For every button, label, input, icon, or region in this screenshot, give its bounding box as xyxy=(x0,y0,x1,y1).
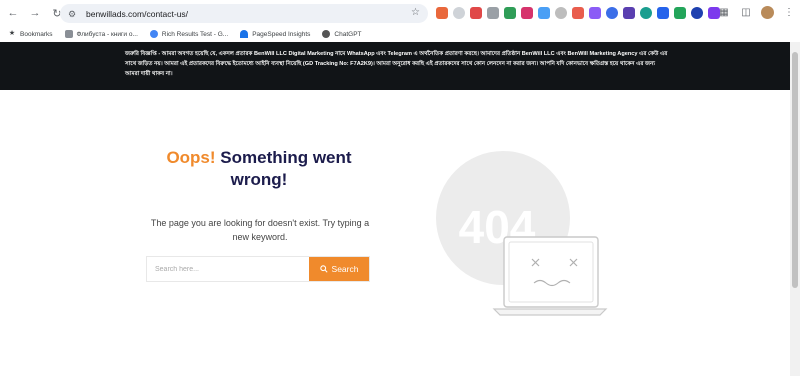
extension-icon[interactable] xyxy=(504,7,516,19)
error-heading-wrap: Oops! Something went wrong! xyxy=(145,147,373,191)
book-icon xyxy=(64,30,73,38)
extension-icon[interactable] xyxy=(640,7,652,19)
bookmark-item[interactable]: ChatGPT xyxy=(322,30,362,38)
google-icon xyxy=(149,30,158,38)
extension-icon[interactable] xyxy=(691,7,703,19)
forward-arrow-icon[interactable]: → xyxy=(26,4,44,22)
search-icon xyxy=(319,265,328,273)
bookmark-label: Bookmarks xyxy=(20,30,53,38)
sidebar-icon[interactable]: ◫ xyxy=(739,5,753,19)
page-content: জরুরি বিজ্ঞপ্তি - আমরা অবগত হয়েছি যে, এ… xyxy=(0,42,790,376)
scrollbar-thumb[interactable] xyxy=(792,52,798,288)
bookmarks-bar: ★ Bookmarks Флибуста - книги о... Rich R… xyxy=(0,26,800,42)
bookmark-item[interactable]: ★ Bookmarks xyxy=(8,30,53,38)
profile-avatar[interactable] xyxy=(761,5,774,19)
extension-icon[interactable] xyxy=(606,7,618,19)
extension-icon[interactable] xyxy=(487,7,499,19)
url-text[interactable]: benwillads.com/contact-us/ xyxy=(86,9,188,19)
search-button[interactable]: Search xyxy=(309,257,369,281)
address-bar[interactable]: ⚙ benwillads.com/contact-us/ ☆ xyxy=(60,4,428,23)
bookmark-star-icon[interactable]: ☆ xyxy=(411,7,420,18)
extension-icon[interactable] xyxy=(453,7,465,19)
extension-icon[interactable] xyxy=(521,7,533,19)
extension-icon[interactable] xyxy=(623,7,635,19)
kebab-menu-icon[interactable]: ⋮ xyxy=(782,5,796,19)
toolbar-right: ▦ ◫ ⋮ xyxy=(717,5,796,19)
oops-text: Oops! xyxy=(166,148,216,167)
speedometer-icon xyxy=(240,30,249,38)
error-title: Something went wrong! xyxy=(215,148,352,189)
bookmark-label: ChatGPT xyxy=(334,30,362,38)
bookmark-item[interactable]: PageSpeed Insights xyxy=(240,30,310,38)
extension-icon[interactable] xyxy=(589,7,601,19)
site-info-icon[interactable]: ⚙ xyxy=(68,9,78,19)
search-button-label: Search xyxy=(331,264,359,274)
puzzle-icon[interactable]: ▦ xyxy=(717,5,731,19)
extension-icon[interactable] xyxy=(674,7,686,19)
bookmark-label: PageSpeed Insights xyxy=(252,30,311,38)
bookmark-item[interactable]: Rich Results Test - G... xyxy=(149,30,229,38)
extensions-row xyxy=(436,7,720,19)
error-headline: Oops! Something went wrong! xyxy=(145,147,373,191)
notice-text: জরুরি বিজ্ঞপ্তি - আমরা অবগত হয়েছি যে, এ… xyxy=(125,51,668,77)
back-arrow-icon[interactable]: ← xyxy=(4,4,22,22)
search-form: Search xyxy=(146,256,370,282)
error-message: The page you are looking for doesn't exi… xyxy=(150,218,370,242)
laptop-screen xyxy=(503,236,599,308)
scam-notice-banner: জরুরি বিজ্ঞপ্তি - আমরা অবগত হয়েছি যে, এ… xyxy=(0,42,790,90)
extension-icon[interactable] xyxy=(436,7,448,19)
bookmark-item[interactable]: Флибуста - книги о... xyxy=(64,30,138,38)
chatgpt-icon xyxy=(322,30,331,38)
extension-icon[interactable] xyxy=(555,7,567,19)
search-input[interactable] xyxy=(147,257,309,281)
browser-toolbar: ← → ↻ ⚙ benwillads.com/contact-us/ ☆ ▦ ◫… xyxy=(0,0,800,26)
laptop-base xyxy=(492,308,608,316)
page-scrollbar[interactable] xyxy=(790,42,800,376)
extension-icon[interactable] xyxy=(657,7,669,19)
extension-icon[interactable] xyxy=(470,7,482,19)
extension-icon[interactable] xyxy=(572,7,584,19)
laptop-illustration xyxy=(492,236,608,316)
bookmark-label: Rich Results Test - G... xyxy=(161,30,229,38)
star-icon: ★ xyxy=(8,30,16,37)
bookmark-label: Флибуста - книги о... xyxy=(76,30,138,38)
extension-icon[interactable] xyxy=(538,7,550,19)
